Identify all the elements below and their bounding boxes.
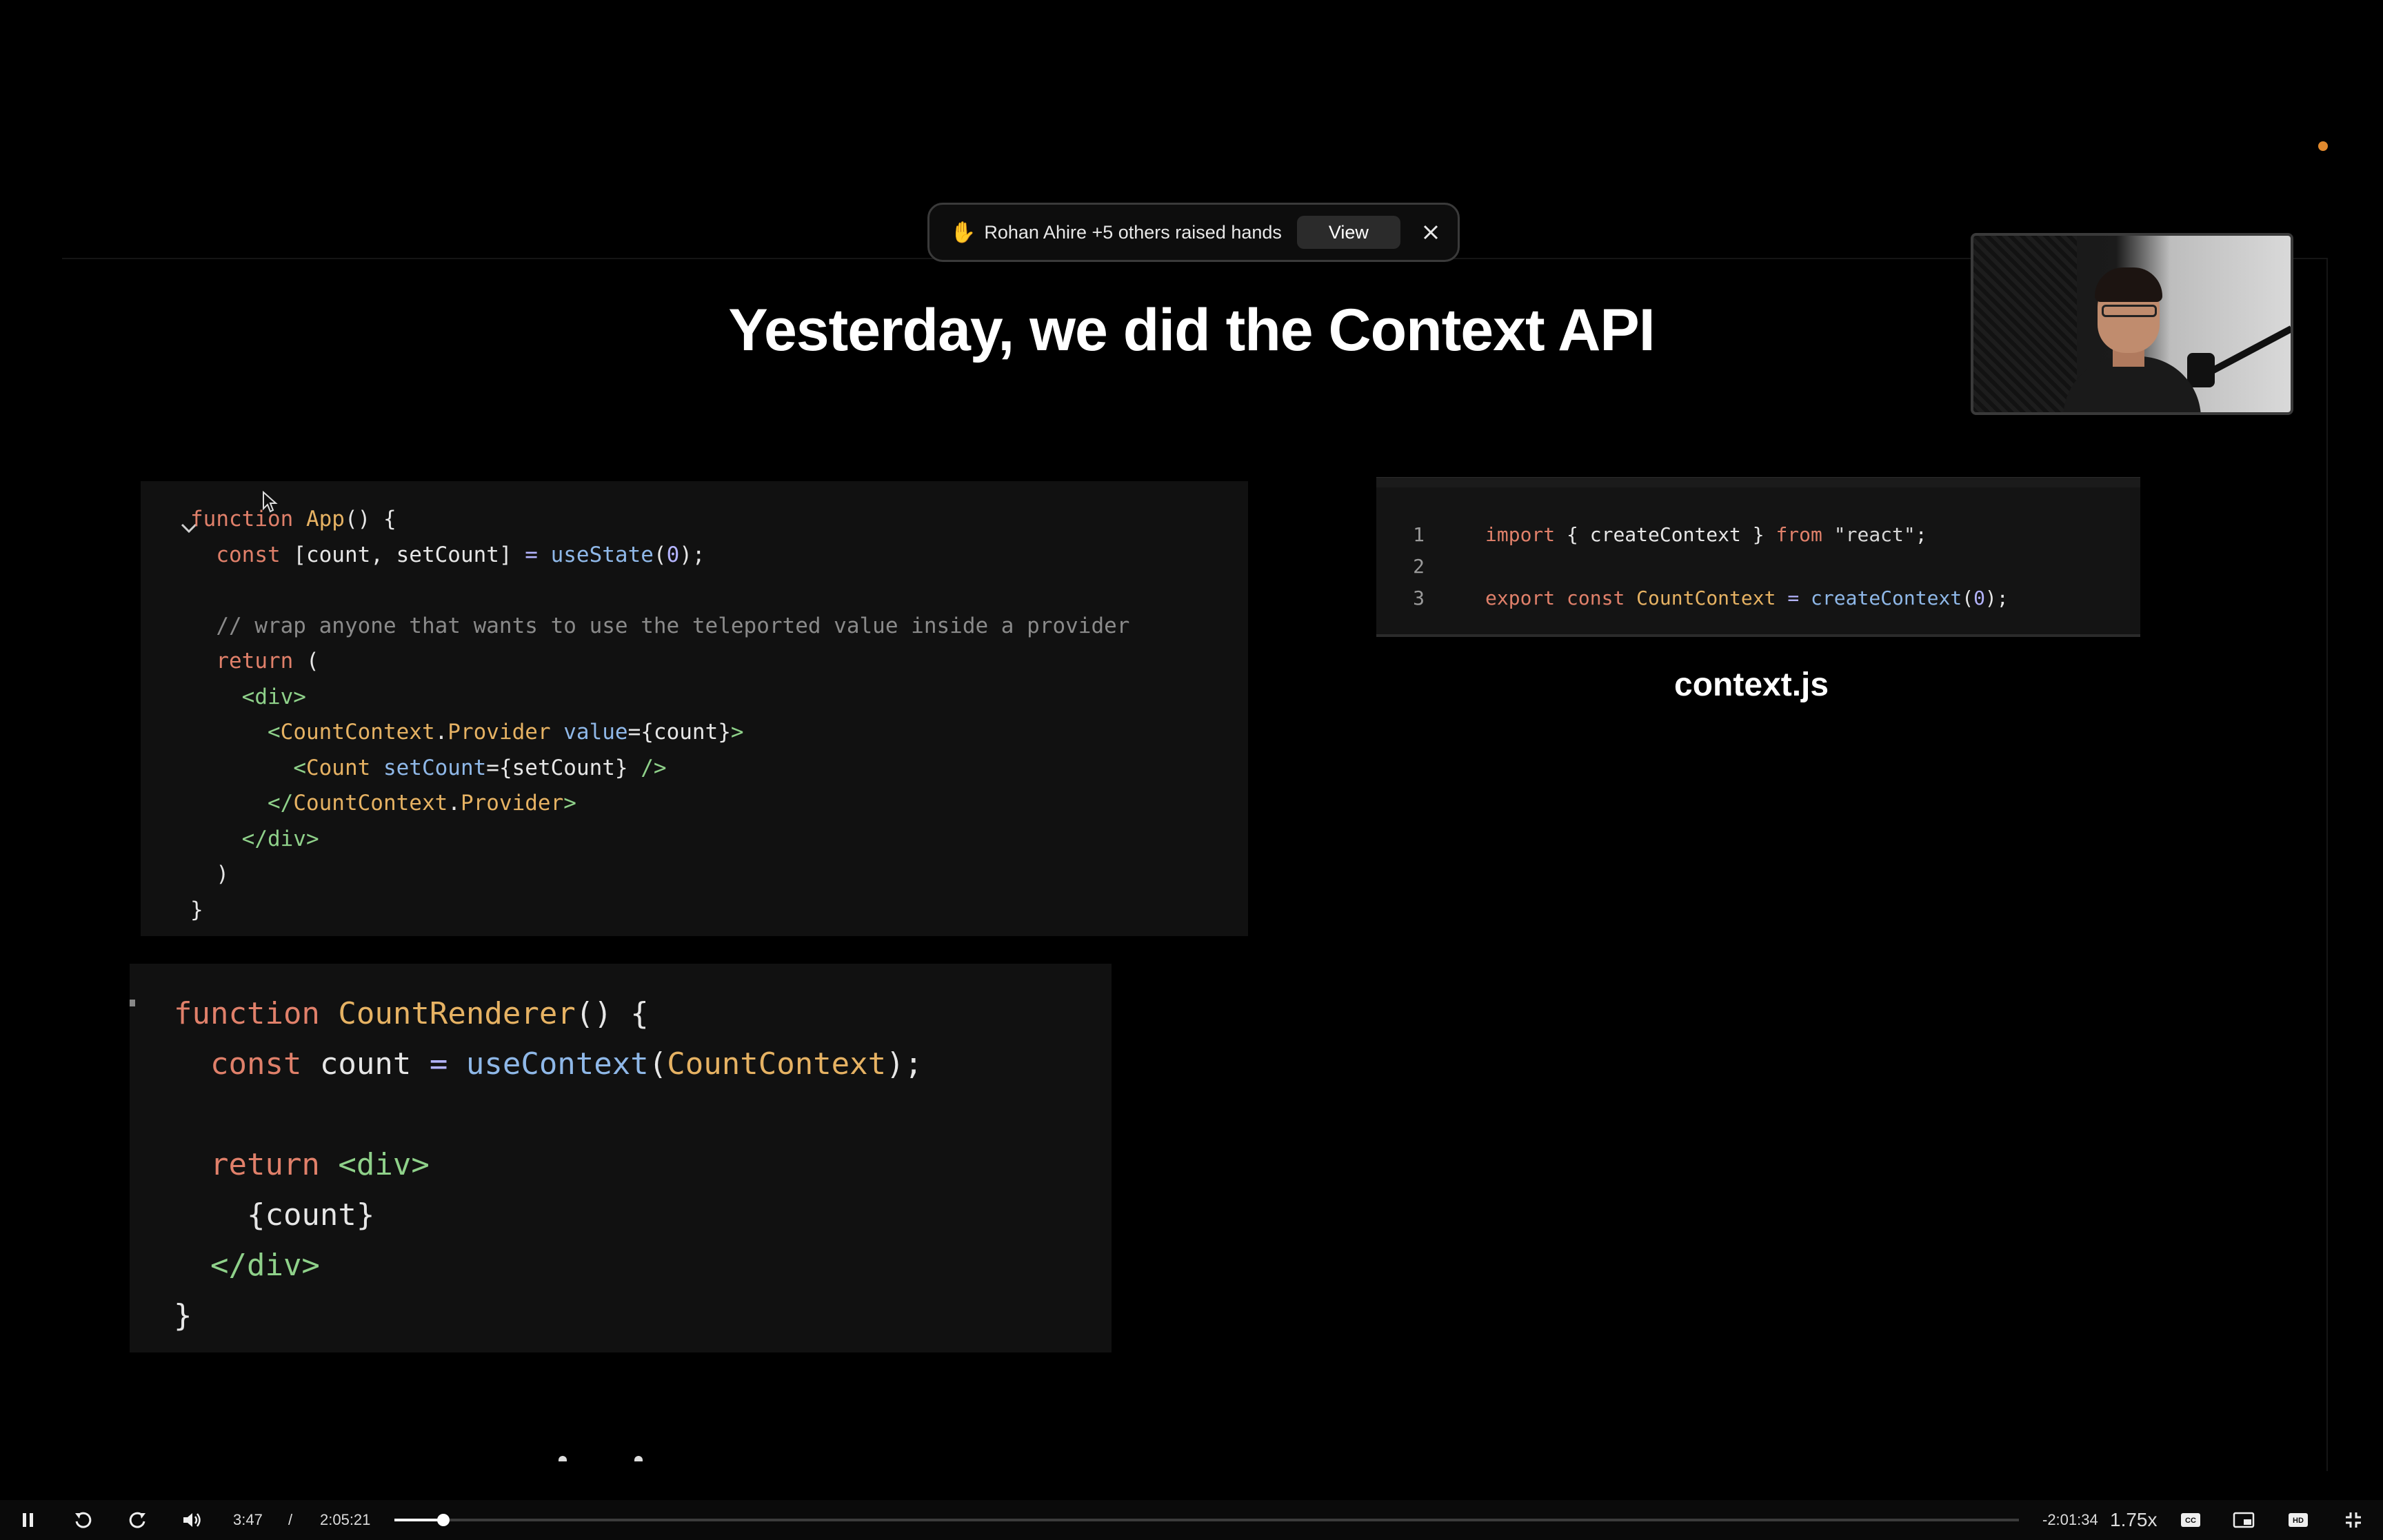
captions-icon[interactable]: CC: [2179, 1510, 2202, 1530]
recording-dot: [2318, 141, 2328, 151]
app-code-line: </div>: [241, 826, 319, 851]
notification-message: Rohan Ahire +5 others raised hands: [984, 221, 1282, 243]
app-code-line: <Count setCount={setCount} />: [293, 755, 667, 780]
countrenderer-code-line: const count = useContext(CountContext);: [174, 1046, 923, 1082]
code-block-countrenderer: function CountRenderer() { const count =…: [130, 964, 1112, 1352]
time-separator: /: [288, 1511, 293, 1528]
code-block-app: function App() { const [count, setCount]…: [141, 481, 1248, 936]
code-block-context: 1 2 3 import { createContext } from "react…: [1376, 477, 2140, 637]
playback-speed[interactable]: 1.75x: [2110, 1500, 2158, 1540]
player-controls: 3:47 / 2:05:21 -2:01:34 1.75x CC HD: [0, 1500, 2383, 1540]
context-code-line: export const CountContext = createContex…: [1485, 587, 2009, 609]
cropped-text: [559, 1456, 662, 1463]
volume-icon[interactable]: [181, 1510, 204, 1530]
context-code-line: import { createContext } from "react";: [1485, 523, 1927, 546]
app-code-line: </CountContext.Provider>: [267, 791, 576, 815]
line-number: 2: [1413, 555, 1425, 578]
svg-text:HD: HD: [2293, 1517, 2304, 1525]
countrenderer-code-line: {count}: [174, 1197, 375, 1233]
app-code-line: ): [190, 862, 229, 886]
code-caption: context.js: [1674, 667, 1829, 703]
raised-hands-notification: ✋ Rohan Ahire +5 others raised hands Vie…: [927, 203, 1460, 262]
app-code-line: // wrap anyone that wants to use the tel…: [190, 613, 1130, 638]
countrenderer-code-line: function CountRenderer() {: [174, 996, 649, 1031]
pause-icon[interactable]: [18, 1510, 39, 1530]
webcam-video[interactable]: [1971, 233, 2293, 415]
countrenderer-code-line: [174, 1089, 923, 1139]
fold-marker: [130, 1000, 135, 1006]
line-number: 1: [1413, 523, 1425, 546]
forward-icon[interactable]: [125, 1510, 149, 1530]
countrenderer-code-line: return <div>: [174, 1147, 430, 1182]
mouse-cursor-icon: [263, 491, 278, 513]
app-code-line: <CountContext.Provider value={count}>: [267, 720, 744, 744]
app-code-line: [190, 573, 1129, 609]
app-code-line: }: [190, 897, 203, 922]
view-button[interactable]: View: [1296, 216, 1400, 249]
context-code-line: [1485, 551, 2009, 582]
svg-text:CC: CC: [2185, 1517, 2196, 1525]
countrenderer-code-line: }: [174, 1298, 192, 1333]
remaining-time: -2:01:34: [2042, 1511, 2098, 1528]
progress-bar[interactable]: [394, 1514, 2019, 1526]
progress-handle[interactable]: [436, 1514, 450, 1526]
rewind-icon[interactable]: [72, 1510, 95, 1530]
editor-tab-bar: [1376, 478, 2140, 487]
hd-icon[interactable]: HD: [2286, 1510, 2310, 1530]
total-time: 2:05:21: [320, 1511, 371, 1528]
app-code-line: const [count, setCount] = useState(0);: [190, 542, 705, 567]
app-code-line: return (: [190, 649, 319, 673]
raised-hand-icon: ✋: [950, 221, 976, 244]
progress-fill: [394, 1519, 443, 1521]
app-code-line: function App() {: [190, 507, 396, 531]
close-icon[interactable]: [1417, 219, 1445, 246]
countrenderer-code-line: </div>: [210, 1248, 320, 1283]
pip-icon[interactable]: [2231, 1510, 2256, 1530]
app-code-line: <div>: [241, 684, 306, 709]
exit-fullscreen-icon[interactable]: [2342, 1510, 2365, 1530]
line-number: 3: [1413, 587, 1425, 609]
current-time: 3:47: [233, 1511, 263, 1528]
